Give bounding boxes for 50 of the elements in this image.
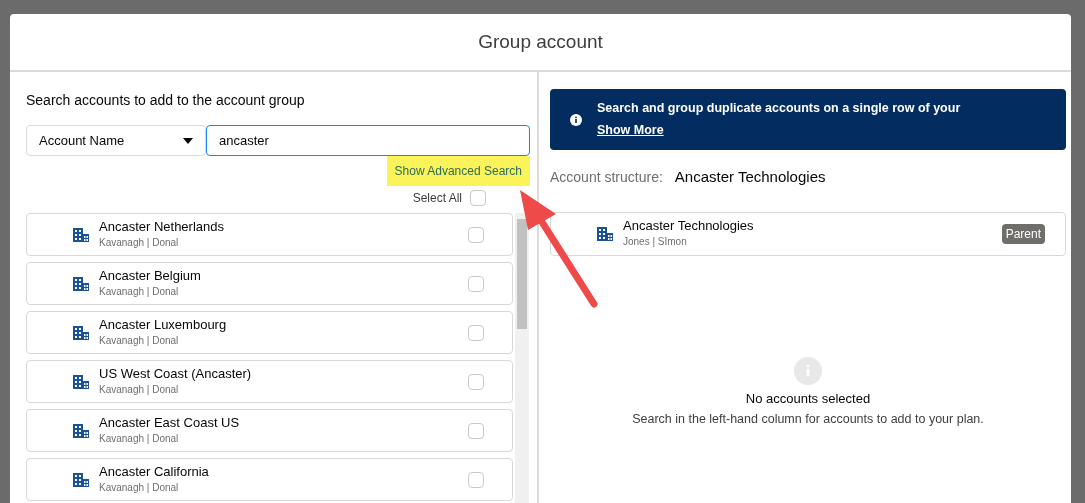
field-dropdown[interactable]: Account Name xyxy=(26,125,206,156)
account-row[interactable]: Ancaster Belgium Kavanagh | Donal xyxy=(26,262,513,305)
building-icon xyxy=(73,325,89,340)
banner-text: Search and group duplicate accounts on a single row of your xyxy=(597,100,961,118)
account-owner: Kavanagh | Donal xyxy=(99,235,180,250)
account-name: Ancaster Technologies xyxy=(623,217,755,234)
checkbox[interactable] xyxy=(468,324,484,341)
building-icon xyxy=(597,226,613,241)
account-name: Ancaster Luxembourg xyxy=(99,316,228,333)
structure-value: Ancaster Technologies xyxy=(674,167,826,187)
account-owner: Kavanagh | Donal xyxy=(99,431,180,446)
account-name: Ancaster Belgium xyxy=(99,267,202,284)
checkbox[interactable] xyxy=(468,226,484,243)
caret-icon xyxy=(183,137,193,144)
building-icon xyxy=(73,423,89,438)
building-icon xyxy=(73,374,89,389)
account-row[interactable]: Ancaster East Coast US Kavanagh | Donal xyxy=(26,409,513,452)
account-owner: Kavanagh | Donal xyxy=(99,480,180,495)
account-owner: Kavanagh | Donal xyxy=(99,382,180,397)
scrollbar[interactable] xyxy=(515,213,529,503)
account-row[interactable]: Ancaster Netherlands Kavanagh | Donal xyxy=(26,213,513,256)
info-icon xyxy=(570,113,582,126)
account-row[interactable]: US West Coast (Ancaster) Kavanagh | Donal xyxy=(26,360,513,403)
account-name: Ancaster East Coast US xyxy=(99,414,241,431)
advanced-search-link[interactable]: Show Advanced Search xyxy=(386,156,530,186)
show-more-link[interactable]: Show More xyxy=(597,121,664,140)
empty-title: No accounts selected xyxy=(745,389,871,408)
checkbox[interactable] xyxy=(468,422,484,439)
account-row[interactable]: Ancaster Luxembourg Kavanagh | Donal xyxy=(26,311,513,354)
building-icon xyxy=(73,227,89,242)
empty-message: Search in the left-hand column for accounts to add to your plan. xyxy=(632,411,984,428)
account-name: US West Coast (Ancaster) xyxy=(99,365,253,382)
parent-tag: Parent xyxy=(1001,223,1045,244)
account-owner: Jones | SImon xyxy=(623,234,688,249)
account-name: Ancaster Netherlands xyxy=(99,218,225,235)
account-owner: Kavanagh | Donal xyxy=(99,284,180,299)
select-all-label: Select All xyxy=(412,190,462,207)
checkbox[interactable] xyxy=(468,275,484,292)
account-name: Ancaster California xyxy=(99,463,210,480)
building-icon xyxy=(73,276,89,291)
structure-label: Account structure: xyxy=(550,167,663,187)
modal-title: Group account xyxy=(478,29,603,54)
building-icon xyxy=(73,472,89,487)
panel-heading: Search accounts to add to the account group xyxy=(26,91,306,110)
checkbox[interactable] xyxy=(468,471,484,488)
checkbox[interactable] xyxy=(470,190,486,206)
checkbox[interactable] xyxy=(468,373,484,390)
account-row[interactable]: Ancaster California Kavanagh | Donal xyxy=(26,458,513,501)
account-owner: Kavanagh | Donal xyxy=(99,333,180,348)
search-field[interactable]: ancaster xyxy=(206,125,530,156)
